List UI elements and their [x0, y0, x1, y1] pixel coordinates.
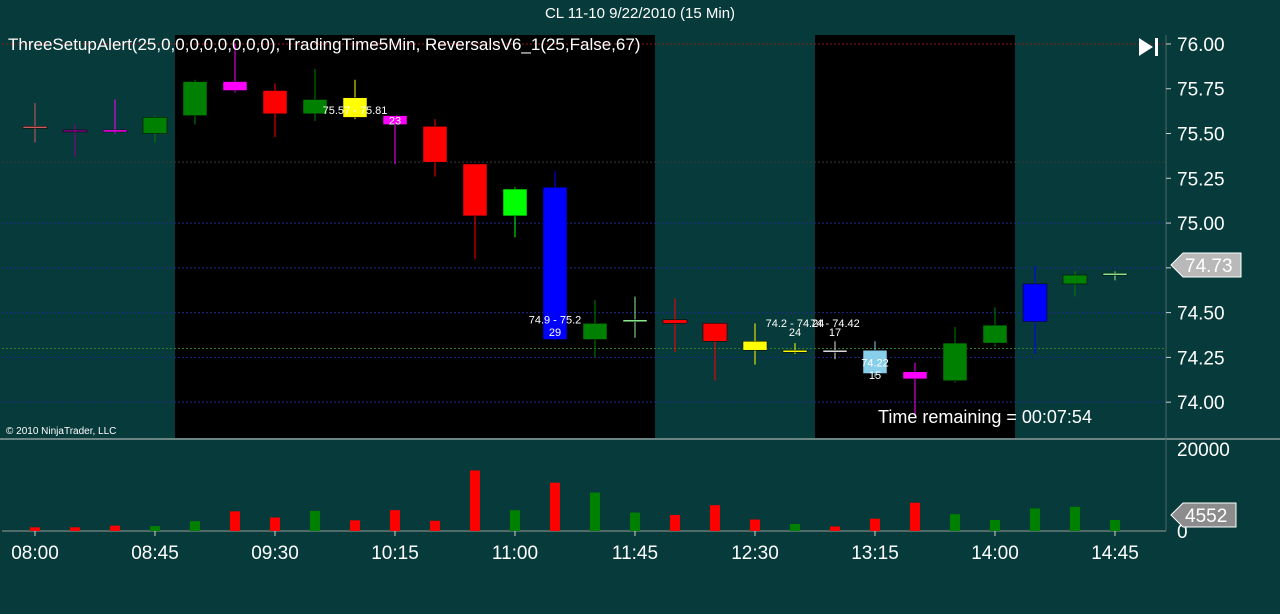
volume-bar: [630, 512, 640, 531]
price-tick-label: 76.00: [1177, 35, 1225, 56]
volume-bar: [110, 525, 120, 531]
time-tick-label: 14:00: [971, 543, 1019, 564]
volume-bar: [70, 527, 80, 531]
volume-bar: [710, 505, 720, 531]
time-tick-label: 08:45: [131, 543, 179, 564]
candle-body: [502, 188, 528, 217]
time-tick-label: 13:15: [851, 543, 899, 564]
volume-bar: [550, 482, 560, 531]
candle-body: [782, 349, 808, 353]
candle-body: [62, 129, 88, 133]
candle-body: [1022, 283, 1048, 322]
volume-bar: [390, 510, 400, 531]
candle-body: [582, 323, 608, 340]
annotation-label: 29: [549, 327, 561, 339]
volume-bar: [830, 526, 840, 531]
candle-body: [142, 117, 168, 134]
candle-body: [822, 349, 848, 353]
price-tick-label: 75.00: [1177, 214, 1225, 235]
session-zone: [175, 35, 655, 438]
volume-bar: [590, 492, 600, 531]
annotation-label: 74.22: [861, 357, 889, 369]
candle-body: [982, 324, 1008, 344]
volume-bar: [1110, 519, 1120, 531]
time-tick-label: 10:15: [371, 543, 419, 564]
volume-bar: [510, 510, 520, 531]
last-volume-label: 4552: [1185, 506, 1227, 527]
candle-body: [262, 90, 288, 115]
volume-bar: [430, 520, 440, 531]
play-icon: [1139, 38, 1153, 56]
time-tick-label: 12:30: [731, 543, 779, 564]
time-tick-label: 11:00: [492, 543, 538, 564]
volume-bar: [230, 511, 240, 531]
annotation-label: 24: [789, 327, 801, 339]
candle-body: [702, 323, 728, 342]
price-tick-label: 75.50: [1177, 125, 1225, 146]
annotation-label: 15: [869, 370, 881, 382]
candle-body: [222, 81, 248, 91]
volume-bars[interactable]: [30, 470, 1120, 531]
time-tick-label: 08:00: [11, 543, 59, 564]
candle-body: [462, 163, 488, 217]
annotation-label: 23: [389, 116, 401, 128]
copyright-text: © 2010 NinjaTrader, LLC: [6, 426, 116, 437]
last-price-label: 74.73: [1185, 256, 1233, 277]
volume-bar: [470, 470, 480, 531]
candle-body: [622, 319, 648, 323]
candle-body: [662, 319, 688, 324]
time-tick-label: 11:45: [612, 543, 658, 564]
indicators-label: ThreeSetupAlert(25,0,0,0,0,0,0,0,0), Tra…: [8, 35, 640, 54]
price-tick-label: 74.50: [1177, 304, 1225, 325]
volume-bar: [670, 515, 680, 531]
volume-bar: [950, 514, 960, 531]
annotation-label: 75.57 - 75.81: [323, 105, 388, 117]
candle-body: [742, 341, 768, 351]
candle-body: [1062, 274, 1088, 285]
volume-bar: [910, 502, 920, 531]
last-price-marker: 74.73: [1170, 252, 1242, 278]
candle-body: [22, 126, 48, 129]
time-tick-label: 09:30: [251, 543, 299, 564]
volume-bar: [270, 517, 280, 531]
time-tick-label: 14:45: [1091, 543, 1139, 564]
volume-bar: [750, 519, 760, 531]
annotation-label: 74.9 - 75.2: [529, 314, 582, 326]
volume-tick-label: 20000: [1177, 440, 1230, 461]
time-remaining: Time remaining = 00:07:54: [878, 407, 1092, 427]
volume-bar: [870, 518, 880, 531]
candle-body: [102, 129, 128, 133]
candle-body: [1102, 272, 1128, 276]
scroll-to-end-button[interactable]: [1139, 38, 1158, 56]
session-zones: [175, 35, 1015, 438]
volume-bar: [30, 527, 40, 531]
candle-body: [422, 126, 448, 163]
candle-body: [942, 342, 968, 381]
end-bar-icon: [1155, 38, 1158, 56]
price-tick-label: 75.25: [1177, 169, 1225, 190]
volume-bar: [190, 521, 200, 531]
price-tick-label: 75.75: [1177, 80, 1225, 101]
annotation-label: 17: [829, 327, 841, 339]
price-tick-label: 74.00: [1177, 393, 1225, 414]
price-tick-label: 74.25: [1177, 348, 1225, 369]
candle-body: [182, 81, 208, 116]
volume-bar: [990, 519, 1000, 531]
last-volume-marker: 4552: [1170, 502, 1237, 528]
volume-bar: [150, 526, 160, 531]
volume-bar: [310, 510, 320, 531]
volume-bar: [350, 520, 360, 531]
volume-bar: [790, 524, 800, 531]
candle-body: [902, 371, 928, 380]
candlestick-chart[interactable]: 75.57 - 75.812374.9 - 75.22974.2 - 74.24…: [0, 0, 1280, 614]
volume-bar: [1030, 508, 1040, 531]
volume-bar: [1070, 506, 1080, 531]
